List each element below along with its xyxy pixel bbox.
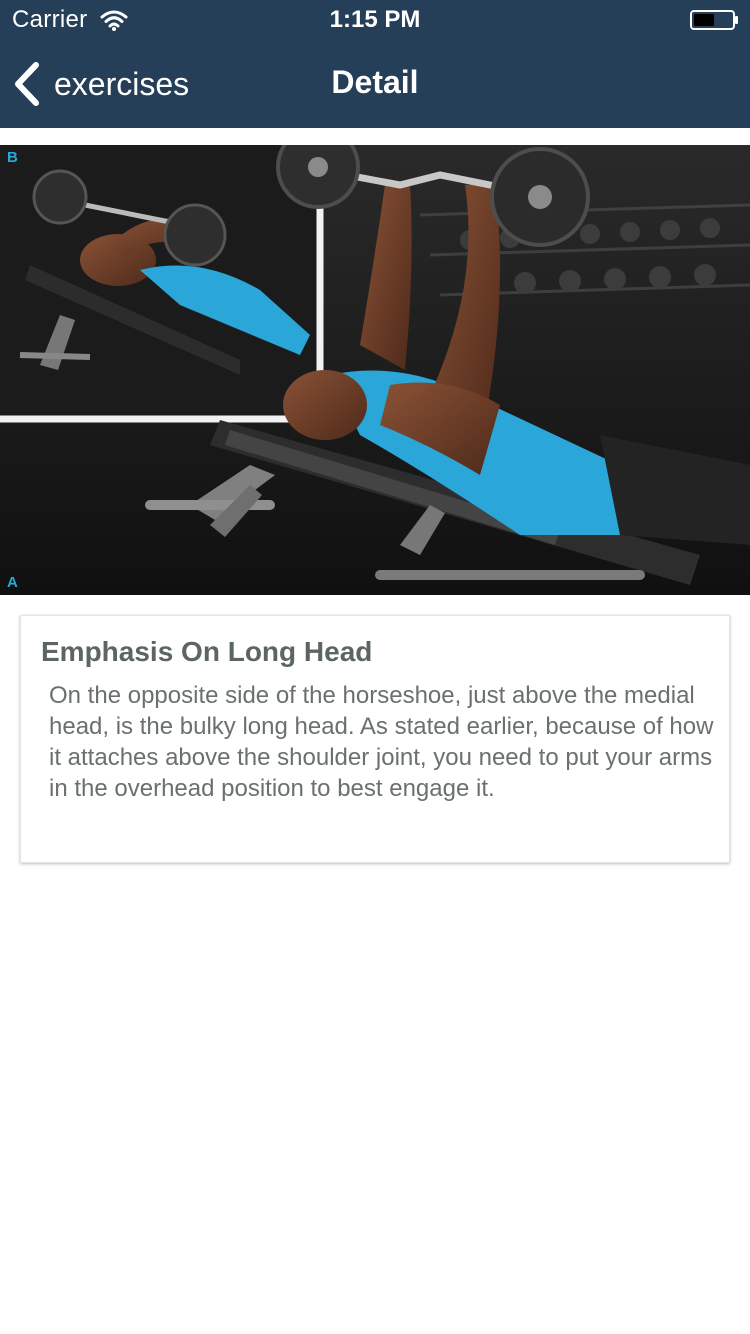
exercise-image: B A (0, 145, 750, 595)
status-bar: Carrier 1:15 PM (0, 0, 750, 40)
photo-label-a: A (7, 574, 18, 591)
card-description: On the opposite side of the horseshoe, j… (49, 682, 714, 802)
inset-photo-b: B (0, 145, 318, 417)
exercise-detail-card: Emphasis On Long Head On the opposite si… (20, 615, 730, 863)
photo-label-b: B (7, 149, 18, 166)
status-time: 1:15 PM (329, 6, 421, 33)
battery-icon (690, 10, 738, 30)
card-title: Emphasis On Long Head (41, 636, 373, 667)
page-title: Detail (331, 64, 419, 100)
app-header: Carrier 1:15 PM exercises Detail (0, 0, 750, 128)
navigation-bar: exercises Detail (0, 40, 750, 128)
